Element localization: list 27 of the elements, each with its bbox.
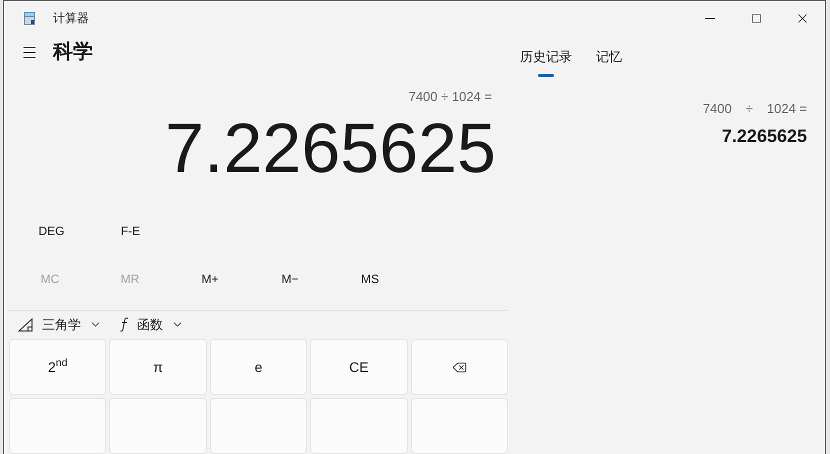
mode-title: 科学 — [53, 40, 93, 66]
calculator-key[interactable]: π — [109, 339, 207, 395]
memory-button[interactable]: MS — [330, 262, 410, 295]
calculator-key[interactable]: 2$^{nd}$ — [9, 339, 106, 395]
expression-text: 7400 ÷ 1024 = — [408, 88, 492, 106]
memory-button[interactable]: M− — [250, 262, 330, 295]
maximize-icon — [750, 12, 762, 24]
memory-button[interactable]: M+ — [170, 262, 250, 295]
function-icon — [120, 317, 129, 332]
function-dropdown[interactable]: 函数 — [120, 315, 184, 335]
panel-tab[interactable]: 历史记录 — [520, 35, 572, 76]
mode-toggle-button[interactable]: DEG — [12, 214, 91, 247]
panel-tab[interactable]: 记忆 — [596, 35, 622, 76]
history-operand: 1024 = — [766, 100, 807, 118]
history-operator: ÷ — [746, 100, 753, 118]
window-title: 计算器 — [53, 10, 89, 27]
backspace-button[interactable] — [410, 339, 508, 395]
mode-toggle-button[interactable]: F-E — [91, 214, 170, 247]
function-dropdown[interactable]: 三角学 — [18, 315, 102, 335]
result-display: 7.2265625 — [165, 110, 496, 185]
calculator-key[interactable]: e — [210, 339, 308, 395]
triangle-ruler-icon — [18, 318, 34, 332]
calculator-app-icon — [24, 12, 35, 24]
calculator-key[interactable]: CE — [310, 339, 408, 395]
history-result: 7.2265625 — [722, 124, 807, 148]
history-operand: 7400 — [702, 100, 732, 118]
backspace-icon — [452, 360, 467, 374]
